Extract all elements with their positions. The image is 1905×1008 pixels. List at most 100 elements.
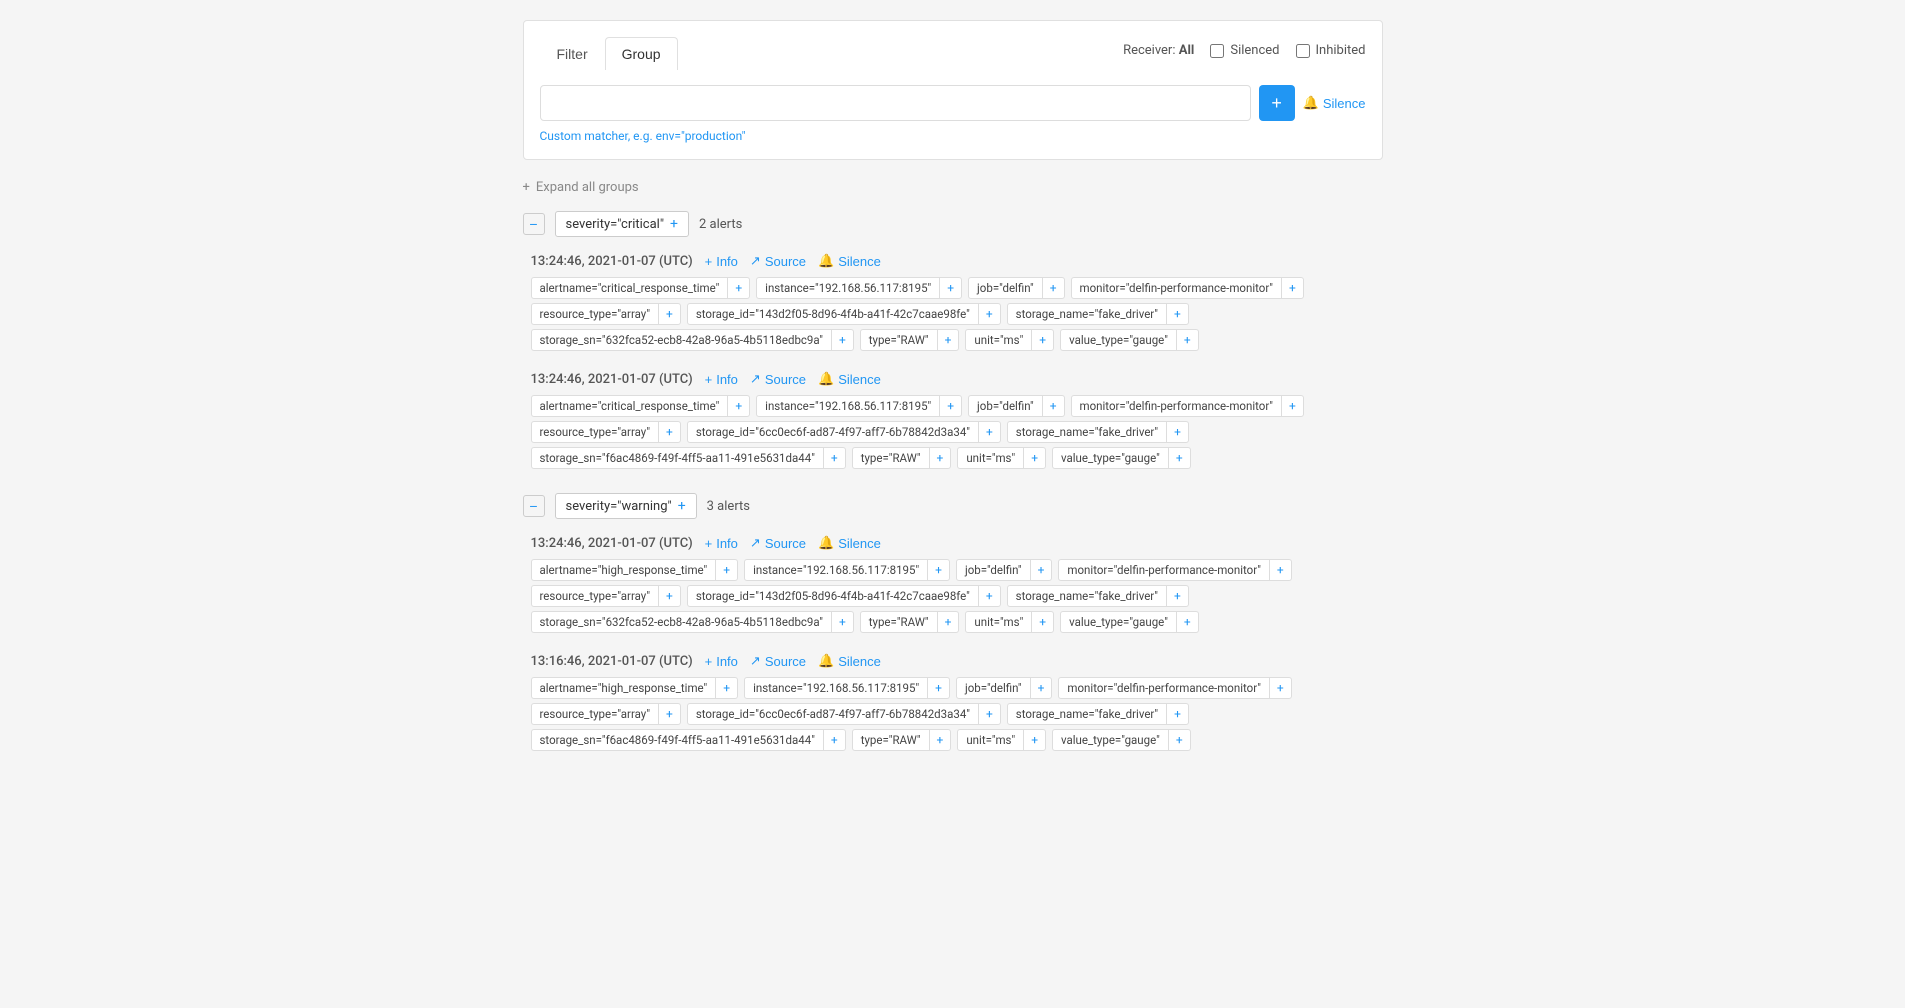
source-button[interactable]: ↗ Source [750,253,806,269]
info-icon: + [705,254,713,269]
tag-plus[interactable]: + [978,304,1000,324]
tag-plus[interactable]: + [1176,612,1198,632]
tag-plus[interactable]: + [939,278,961,298]
collapse-warning-button[interactable]: − [523,495,545,517]
source-button[interactable]: ↗ Source [750,653,806,669]
tag: job="delfin"+ [956,677,1052,699]
tag-plus[interactable]: + [927,560,949,580]
tag: monitor="delfin-performance-monitor"+ [1071,395,1304,417]
tag-plus[interactable]: + [1166,422,1188,442]
silence-alert-icon: 🔔 [818,371,834,387]
tag-plus[interactable]: + [929,448,951,468]
tag-plus[interactable]: + [1281,396,1303,416]
tags-row: resource_type="array"+ storage_id="6cc0e… [531,421,1383,443]
tag-plus[interactable]: + [927,678,949,698]
tag-plus[interactable]: + [1023,448,1045,468]
source-icon: ↗ [750,653,761,669]
silenced-checkbox[interactable] [1210,44,1224,58]
tags-row: storage_sn="f6ac4869-f49f-4ff5-aa11-491e… [531,447,1383,469]
tag-plus[interactable]: + [1031,612,1053,632]
tag-plus[interactable]: + [939,396,961,416]
tag-plus[interactable]: + [831,612,853,632]
collapse-critical-button[interactable]: − [523,213,545,235]
tag-plus[interactable]: + [1166,586,1188,606]
tag-plus[interactable]: + [1168,730,1190,750]
tag: storage_name="fake_driver"+ [1007,585,1189,607]
tag: instance="192.168.56.117:8195"+ [756,395,962,417]
info-button[interactable]: + Info [705,254,738,269]
silence-top-button[interactable]: 🔔 Silence [1303,95,1366,111]
warning-tag-plus[interactable]: + [678,498,686,514]
tag-plus[interactable]: + [1166,304,1188,324]
tag-plus[interactable]: + [1269,678,1291,698]
info-button[interactable]: + Info [705,372,738,387]
receiver-label: Receiver: All [1123,43,1194,58]
tag-plus[interactable]: + [1023,730,1045,750]
alert-item: 13:24:46, 2021-01-07 (UTC) + Info ↗ Sour… [523,253,1383,351]
tag-plus[interactable]: + [1176,330,1198,350]
tag-plus[interactable]: + [658,422,680,442]
inhibited-checkbox-label[interactable]: Inhibited [1296,43,1366,58]
tag-plus[interactable]: + [658,304,680,324]
tag-plus[interactable]: + [978,422,1000,442]
source-button[interactable]: ↗ Source [750,535,806,551]
filter-input[interactable] [540,85,1251,121]
tag-plus[interactable]: + [727,396,749,416]
tag-plus[interactable]: + [1031,330,1053,350]
tag-plus[interactable]: + [1168,448,1190,468]
tab-filter[interactable]: Filter [540,37,605,70]
source-icon: ↗ [750,253,761,269]
tag-plus[interactable]: + [929,730,951,750]
add-filter-button[interactable]: + [1259,85,1295,121]
silence-button[interactable]: 🔔 Silence [818,253,881,269]
tag-plus[interactable]: + [978,704,1000,724]
tag-plus[interactable]: + [831,330,853,350]
tag-plus[interactable]: + [937,612,959,632]
silence-alert-icon: 🔔 [818,253,834,269]
silence-button[interactable]: 🔔 Silence [818,653,881,669]
tag: instance="192.168.56.117:8195"+ [744,677,950,699]
alert-time: 13:24:46, 2021-01-07 (UTC) [531,536,693,551]
info-button[interactable]: + Info [705,654,738,669]
tag-plus[interactable]: + [715,678,737,698]
tag: storage_id="6cc0ec6f-ad87-4f97-aff7-6b78… [687,703,1001,725]
critical-tag-plus[interactable]: + [670,216,678,232]
tag-plus[interactable]: + [658,586,680,606]
tag-plus[interactable]: + [823,730,845,750]
silence-button[interactable]: 🔔 Silence [818,535,881,551]
tag: job="delfin"+ [968,395,1064,417]
tag: storage_sn="f6ac4869-f49f-4ff5-aa11-491e… [531,447,846,469]
tags-row: resource_type="array"+ storage_id="6cc0e… [531,703,1383,725]
silenced-checkbox-label[interactable]: Silenced [1210,43,1279,58]
tag: type="RAW"+ [852,729,952,751]
tag: value_type="gauge"+ [1052,447,1191,469]
tag-plus[interactable]: + [823,448,845,468]
source-button[interactable]: ↗ Source [750,371,806,387]
tag-plus[interactable]: + [937,330,959,350]
tag-plus[interactable]: + [715,560,737,580]
silence-button[interactable]: 🔔 Silence [818,371,881,387]
tag: type="RAW"+ [860,611,960,633]
warning-count: 3 alerts [707,499,750,514]
tab-group[interactable]: Group [605,37,678,70]
tag-plus[interactable]: + [727,278,749,298]
silence-icon: 🔔 [1303,95,1319,111]
plus-icon: + [523,180,530,195]
tag: storage_id="143d2f05-8d96-4f4b-a41f-42c7… [687,303,1001,325]
expand-all-button[interactable]: + Expand all groups [523,180,1383,195]
tag-plus[interactable]: + [1281,278,1303,298]
tag-plus[interactable]: + [1030,560,1052,580]
tag-plus[interactable]: + [658,704,680,724]
tag-plus[interactable]: + [1042,396,1064,416]
tag-plus[interactable]: + [978,586,1000,606]
tag-plus[interactable]: + [1042,278,1064,298]
critical-count: 2 alerts [699,217,742,232]
tag: storage_name="fake_driver"+ [1007,703,1189,725]
alert-item: 13:24:46, 2021-01-07 (UTC) + Info ↗ Sour… [523,535,1383,633]
tag-plus[interactable]: + [1269,560,1291,580]
inhibited-checkbox[interactable] [1296,44,1310,58]
tag-plus[interactable]: + [1030,678,1052,698]
info-button[interactable]: + Info [705,536,738,551]
tag: storage_name="fake_driver"+ [1007,303,1189,325]
tag-plus[interactable]: + [1166,704,1188,724]
